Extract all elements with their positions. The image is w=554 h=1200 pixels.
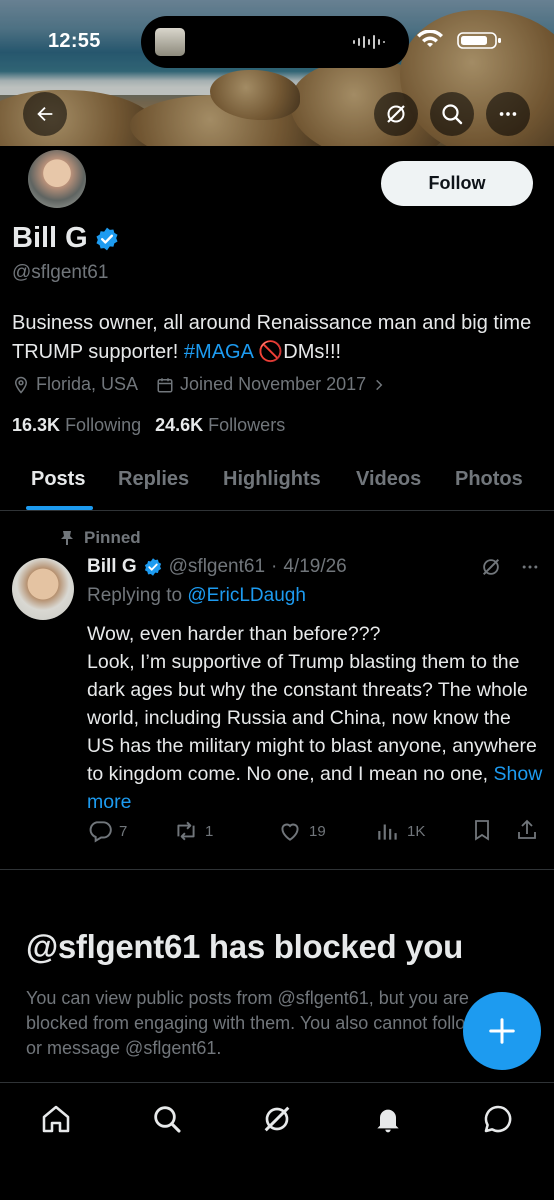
replying-prefix: Replying to — [87, 585, 183, 606]
blocked-title: @sflgent61 has blocked you — [26, 928, 463, 965]
more-horizontal-icon — [499, 112, 517, 116]
profile-meta: Florida, USA Joined November 2017 — [12, 374, 386, 395]
grok-icon — [264, 1106, 290, 1132]
search-icon — [442, 104, 463, 125]
search-button[interactable] — [430, 92, 474, 136]
post-author-handle[interactable]: @sflgent61 — [169, 556, 265, 578]
heart-icon — [281, 823, 299, 841]
repost-button[interactable]: 1 — [173, 818, 213, 844]
profile-location: Florida, USA — [36, 374, 139, 394]
replying-to-handle[interactable]: @EricLDaugh — [187, 585, 306, 606]
profile-name: Bill G — [12, 222, 88, 254]
tab-posts[interactable]: Posts — [31, 468, 85, 491]
post-date[interactable]: 4/19/26 — [283, 556, 346, 578]
profile-tabs: Posts Replies Highlights Videos Photos — [0, 458, 554, 511]
dynamic-island[interactable] — [141, 16, 409, 68]
grok-button[interactable] — [374, 92, 418, 136]
arrow-left-icon — [37, 106, 53, 122]
avatar-image — [28, 150, 86, 208]
battery-icon — [457, 32, 501, 49]
profile-joined[interactable]: Joined November 2017 — [180, 374, 366, 395]
post-author-avatar[interactable] — [12, 558, 74, 620]
more-options-button[interactable] — [486, 92, 530, 136]
repost-count: 1 — [205, 822, 214, 840]
compose-post-button[interactable] — [463, 992, 541, 1070]
post-more-icon[interactable] — [520, 557, 540, 577]
follow-button[interactable]: Follow — [381, 161, 533, 206]
active-tab-indicator — [26, 506, 93, 510]
following-link[interactable]: 16.3K Following — [12, 415, 141, 436]
verified-badge-icon[interactable] — [94, 226, 120, 252]
nav-notifications[interactable] — [370, 1101, 406, 1137]
tab-highlights[interactable]: Highlights — [223, 468, 321, 491]
nav-home[interactable] — [38, 1101, 74, 1137]
now-playing-thumbnail — [155, 28, 185, 56]
bio-emoji: 🚫 — [258, 341, 284, 363]
share-icon — [518, 819, 536, 839]
bottom-navigation — [0, 1082, 554, 1200]
profile-name-row: Bill G — [12, 222, 120, 255]
chat-bubble-icon — [484, 1105, 512, 1133]
tab-replies[interactable]: Replies — [118, 468, 189, 491]
post-separator: · — [271, 556, 278, 577]
reply-icon — [89, 821, 112, 843]
post-body[interactable]: Wow, even harder than before??? Look, I’… — [87, 620, 543, 816]
tab-videos[interactable]: Videos — [356, 468, 421, 491]
back-button[interactable] — [23, 92, 67, 136]
profile-bio: Business owner, all around Renaissance m… — [12, 309, 532, 367]
reply-count: 7 — [119, 822, 128, 840]
share-button[interactable] — [515, 818, 539, 842]
bell-icon — [377, 1109, 399, 1133]
replying-to: Replying to @EricLDaugh — [87, 585, 306, 607]
views-count: 1K — [407, 822, 426, 840]
post-text: Wow, even harder than before??? Look, I’… — [87, 623, 537, 785]
like-count: 19 — [309, 822, 326, 840]
bio-end: DMs!!! — [283, 341, 342, 363]
bookmark-icon — [475, 820, 489, 841]
following-label: Following — [65, 415, 142, 435]
post-author-name[interactable]: Bill G — [87, 556, 137, 578]
follow-stats: 16.3K Following 24.6K Followers — [12, 415, 285, 436]
grok-icon — [387, 105, 405, 123]
profile-handle: @sflgent61 — [12, 262, 109, 283]
search-icon — [154, 1106, 181, 1133]
followers-label: Followers — [208, 415, 286, 435]
views-bar-chart-icon — [378, 824, 397, 840]
like-button[interactable]: 19 — [277, 818, 326, 844]
repost-icon — [177, 821, 195, 841]
following-count: 16.3K — [12, 415, 61, 435]
divider — [0, 869, 554, 870]
verified-badge-icon — [144, 558, 161, 576]
status-icons — [417, 30, 501, 49]
bookmark-button[interactable] — [470, 818, 494, 842]
post-engagement-bar: 7 1 19 1K — [87, 818, 542, 846]
nav-messages[interactable] — [480, 1101, 516, 1137]
chevron-right-icon[interactable] — [372, 378, 386, 392]
pinned-label: Pinned — [60, 528, 141, 548]
reply-button[interactable]: 7 — [87, 818, 127, 844]
grok-icon[interactable] — [480, 556, 502, 578]
profile-avatar[interactable] — [25, 147, 89, 211]
views-button[interactable]: 1K — [375, 818, 425, 844]
plus-icon — [489, 1018, 515, 1044]
followers-link[interactable]: 24.6K Followers — [155, 415, 285, 436]
status-time: 12:55 — [48, 30, 101, 52]
pin-icon — [61, 531, 73, 545]
followers-count: 24.6K — [155, 415, 204, 435]
audio-wave-icon — [353, 35, 385, 49]
tab-photos[interactable]: Photos — [455, 468, 523, 491]
wifi-icon — [417, 30, 443, 47]
calendar-icon — [157, 377, 173, 392]
bio-hashtag[interactable]: #MAGA — [184, 341, 253, 363]
blocked-description: You can view public posts from @sflgent6… — [26, 988, 479, 1058]
home-icon — [42, 1105, 70, 1133]
location-pin-icon — [14, 376, 28, 394]
pinned-text: Pinned — [84, 528, 141, 547]
post-header: Bill G @sflgent61 · 4/19/26 — [87, 556, 347, 578]
post-top-actions — [480, 556, 540, 578]
nav-search[interactable] — [149, 1101, 185, 1137]
nav-grok[interactable] — [259, 1101, 295, 1137]
